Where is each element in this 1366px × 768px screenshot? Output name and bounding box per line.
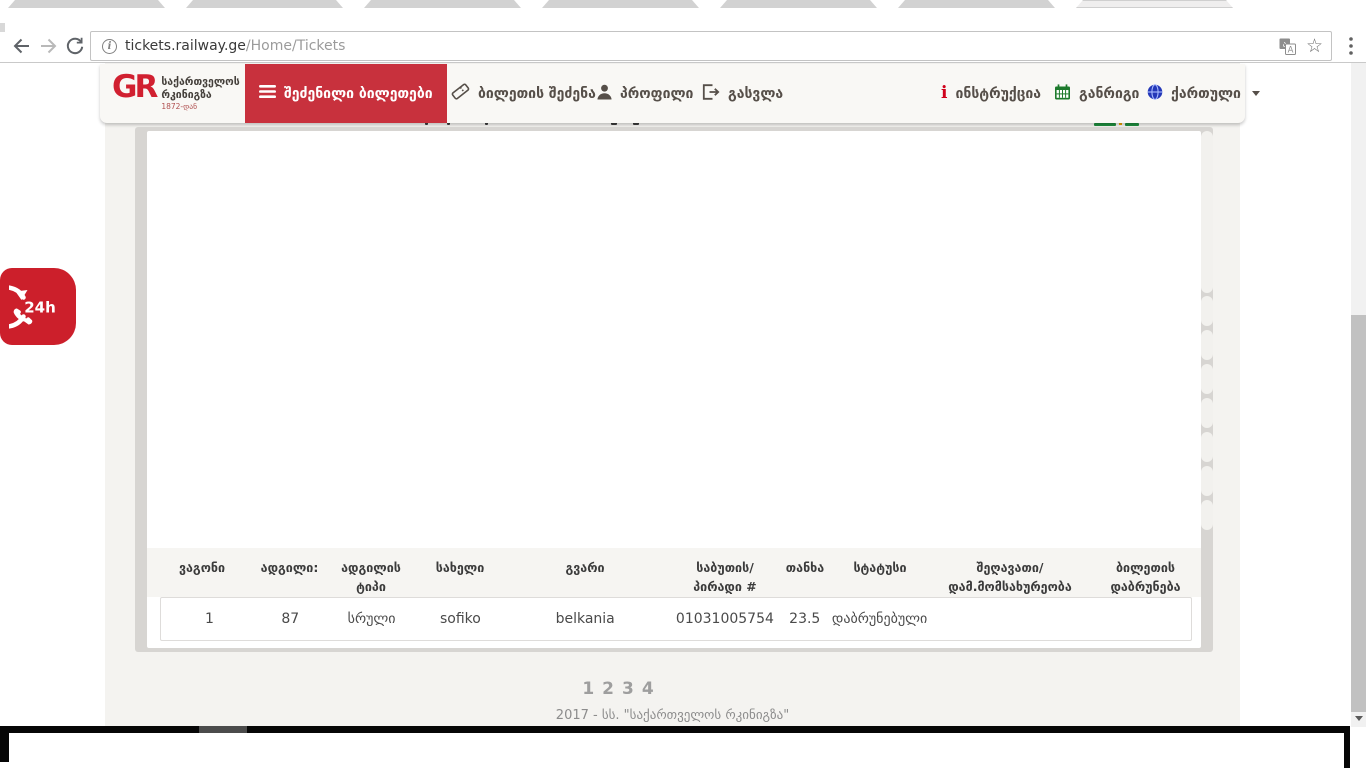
nav-item-logout[interactable]: გასვლა (688, 64, 797, 123)
hidden-row-edge (1201, 330, 1213, 360)
refresh-button[interactable] (62, 33, 88, 59)
browser-tab[interactable] (186, 0, 343, 8)
column-header: ვაგონი (147, 548, 257, 597)
logo-gr-mark: GR (112, 73, 155, 102)
hidden-row-edge (1201, 500, 1213, 530)
browser-menu-button[interactable] (1342, 33, 1360, 59)
column-header: სტატუსი (830, 548, 930, 597)
column-header: ადგილისტიპი (322, 548, 420, 597)
table-cell: 87 (258, 611, 323, 627)
refresh-icon (65, 36, 85, 56)
window-edge (0, 23, 5, 32)
hidden-row-edge (1201, 131, 1213, 293)
hidden-row-edge (1201, 296, 1213, 326)
browser-tab[interactable] (8, 0, 165, 8)
footer-copyright: 2017 - სს. "საქართველოს რკინიგზა" (105, 708, 1240, 723)
browser-chrome: i tickets.railway.ge/Home/Tickets ა A ☆ (0, 0, 1366, 63)
scrollbar-thumb[interactable] (1351, 315, 1366, 712)
pagination: 1234 (560, 679, 676, 699)
translate-icon[interactable]: ა A (1279, 38, 1296, 55)
svg-text:A: A (1288, 45, 1294, 54)
nav-item-label: განრიგი (1079, 86, 1139, 102)
url-text: tickets.railway.ge/Home/Tickets (125, 38, 345, 54)
nav-item-label: პროფილი (620, 86, 693, 102)
table-cell: 1 (161, 611, 258, 627)
browser-tab-strip (0, 0, 1366, 8)
scrollbar-track[interactable] (1351, 63, 1366, 727)
browser-tab[interactable] (898, 0, 1055, 8)
page-link[interactable]: 1 (582, 679, 594, 699)
nav-item-language[interactable]: ქართული (1133, 64, 1274, 123)
bottom-left-black-edge (0, 733, 9, 762)
column-header: ადგილი: (257, 548, 322, 597)
nav-item-label: გასვლა (728, 86, 783, 102)
table-cell: 23.5 (780, 611, 830, 627)
signout-icon (702, 84, 720, 104)
table-cell: 01031005754 (670, 611, 780, 627)
bookmark-star-icon[interactable]: ☆ (1306, 37, 1323, 56)
logo-title-line2: რკინიგზა (161, 89, 239, 102)
three-dots-icon (1349, 37, 1353, 55)
menu-icon (259, 85, 276, 102)
railway-logo[interactable]: GR საქართველოს რკინიგზა 1872-დან (112, 73, 240, 111)
column-header: საბუთის/პირადი # (670, 548, 780, 597)
user-icon (597, 84, 612, 104)
hidden-row-edge (1201, 364, 1213, 394)
forward-button[interactable] (36, 33, 62, 59)
address-bar[interactable]: i tickets.railway.ge/Home/Tickets ა A ☆ (90, 31, 1332, 61)
column-header: თანხა (780, 548, 830, 597)
hidden-row-edge (1201, 466, 1213, 496)
browser-tab[interactable] (1076, 0, 1233, 8)
phone-24h-icon: 24h (9, 279, 67, 335)
table-row[interactable]: 187სრულიsofikobelkania0103100575423.5დაბ… (160, 597, 1192, 641)
logo-title-line1: საქართველოს (161, 76, 239, 89)
table-cell: sofiko (421, 611, 501, 627)
hidden-row-edge (1201, 398, 1213, 428)
webpage: GR საქართველოს რკინიგზა 1872-დან შეძენილ… (0, 63, 1366, 727)
table-cell: სრული (323, 611, 421, 627)
clipped-link-fragment (1125, 123, 1139, 126)
browser-tab[interactable] (542, 0, 699, 8)
svg-text:24h: 24h (24, 298, 56, 316)
nav-item-label: ბილეთის შეძენა (478, 86, 596, 102)
site-navbar: GR საქართველოს რკინიგზა 1872-დან შეძენილ… (100, 64, 1245, 123)
browser-tab[interactable] (720, 0, 877, 8)
globe-icon (1147, 84, 1163, 104)
url-host: tickets.railway.ge (125, 38, 246, 54)
bottom-black-bar-segment (199, 726, 247, 733)
page-link[interactable]: 3 (622, 679, 634, 699)
column-header: გვარი (500, 548, 670, 597)
bottom-right-black-edge (1344, 726, 1350, 768)
calendar-icon (1054, 84, 1071, 104)
page-info-icon[interactable]: i (102, 39, 117, 54)
page-link[interactable]: 4 (642, 679, 654, 699)
back-arrow-icon (10, 35, 32, 57)
column-header: შეღავათი/დამ.მომსახურეობა (930, 548, 1090, 597)
info-icon: i (941, 85, 947, 102)
nav-item-instruction[interactable]: i ინსტრუქცია (927, 64, 1055, 123)
table-cell: დაბრუნებული (830, 611, 930, 627)
column-header: ბილეთისდაბრუნება (1090, 548, 1201, 597)
browser-tab[interactable] (364, 0, 521, 8)
page-link[interactable]: 2 (602, 679, 614, 699)
table-header-row: ვაგონიადგილი:ადგილისტიპისახელიგვარისაბუთ… (147, 548, 1201, 597)
nav-item-label: ინსტრუქცია (955, 86, 1041, 102)
back-button[interactable] (8, 33, 34, 59)
clipped-link-fragment (1094, 123, 1116, 126)
nav-item-label: ქართული (1171, 86, 1241, 102)
hidden-row-edge (1201, 432, 1213, 462)
column-header: სახელი (420, 548, 500, 597)
scrollbar-down-arrow[interactable] (1355, 716, 1363, 721)
nav-item-label: შეძენილი ბილეთები (284, 86, 433, 102)
chevron-down-icon (1252, 91, 1260, 96)
forward-arrow-icon (38, 35, 60, 57)
table-cell: belkania (500, 611, 670, 627)
url-path: /Home/Tickets (246, 38, 346, 54)
logo-subtitle: 1872-დან (161, 102, 239, 111)
hotline-24h-badge[interactable]: 24h (0, 268, 76, 345)
tickets-panel: ვაგონიადგილი:ადგილისტიპისახელიგვარისაბუთ… (147, 131, 1201, 648)
content-frame: ვაგონიადგილი:ადგილისტიპისახელიგვარისაბუთ… (135, 127, 1213, 652)
nav-item-purchased-tickets[interactable]: შეძენილი ბილეთები (245, 64, 447, 123)
ticket-icon (451, 83, 470, 104)
